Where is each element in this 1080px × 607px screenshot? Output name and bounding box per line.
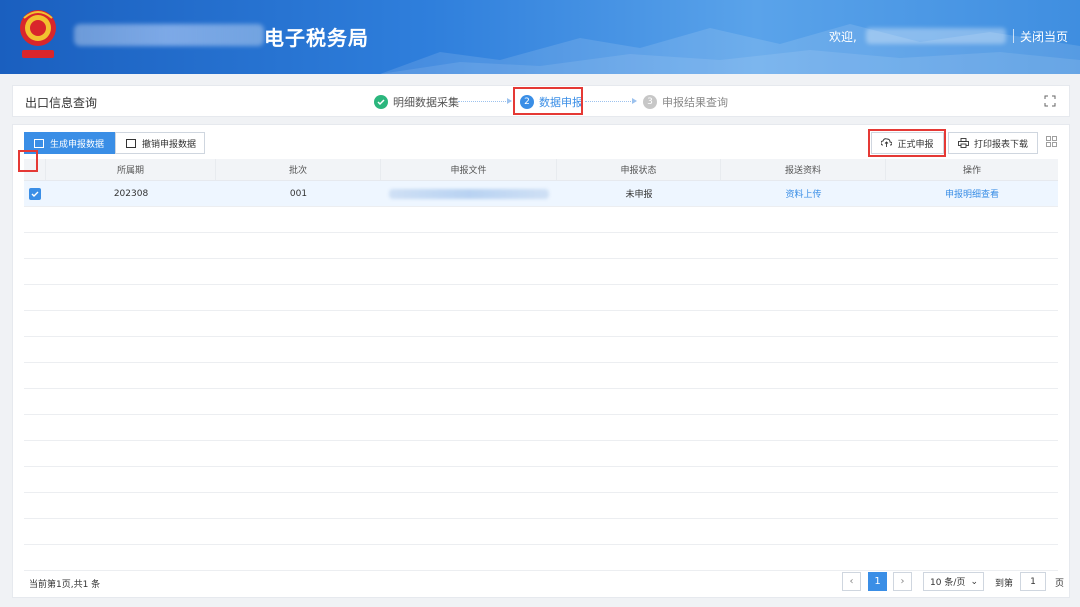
fullscreen-icon[interactable] xyxy=(1044,95,1056,107)
column-header: 操作 xyxy=(962,166,981,176)
column-header: 申报状态 xyxy=(557,159,721,180)
app-header: 电子税务局 欢迎, 关闭当页 xyxy=(0,0,1080,74)
welcome-text: 欢迎, xyxy=(829,30,857,44)
org-name-blurred xyxy=(74,24,264,46)
check-icon xyxy=(31,191,39,197)
print-download-button[interactable]: 打印报表下载 xyxy=(948,132,1038,154)
upload-material-link[interactable]: 资料上传 xyxy=(721,181,886,206)
empty-row xyxy=(24,207,1058,233)
undo-declaration-tab[interactable]: 撤销申报数据 xyxy=(115,132,205,154)
close-page-link[interactable]: 关闭当页 xyxy=(1020,28,1068,45)
empty-row xyxy=(24,233,1058,259)
next-page-button[interactable]: › xyxy=(893,572,912,591)
column-header: 申报文件 xyxy=(381,159,557,180)
chevron-right-icon: › xyxy=(900,576,905,587)
step-connector xyxy=(458,101,508,102)
site-title: 电子税务局 xyxy=(264,26,369,50)
arrow-right-icon xyxy=(507,98,512,104)
tab-label: 撤销申报数据 xyxy=(142,139,197,150)
printer-icon xyxy=(958,138,969,148)
row-select-cell xyxy=(24,181,46,206)
column-settings-icon[interactable] xyxy=(1046,136,1057,147)
file-name-blurred xyxy=(389,188,549,199)
page-unit-label: 页 xyxy=(1055,579,1065,589)
empty-row xyxy=(24,389,1058,415)
column-header: 批次 xyxy=(216,159,381,180)
empty-row xyxy=(24,545,1058,571)
step-bar: 出口信息查询 明细数据采集 2 数据申报 3 申报结果查询 xyxy=(12,85,1070,117)
empty-row xyxy=(24,415,1058,441)
prev-page-button[interactable]: ‹ xyxy=(842,572,861,591)
declaration-table: 所属期 批次 申报文件 申报状态 报送资料 操作 202308 001 未申报 … xyxy=(24,159,1058,571)
view-detail-link[interactable]: 申报明细查看 xyxy=(886,181,1058,206)
step-detail-collection[interactable]: 明细数据采集 xyxy=(374,94,459,110)
empty-row xyxy=(24,467,1058,493)
goto-page-input[interactable] xyxy=(1020,572,1046,591)
empty-row xyxy=(24,519,1058,545)
step-number: 3 xyxy=(643,95,657,109)
highlight-box xyxy=(18,150,38,172)
page-size-value: 10 条/页 xyxy=(930,578,966,588)
highlight-box xyxy=(513,87,583,115)
arrow-right-icon xyxy=(632,98,637,104)
row-checkbox[interactable] xyxy=(29,187,41,200)
status-cell: 未申报 xyxy=(625,190,653,200)
goto-label: 到第 xyxy=(995,579,1014,589)
main-panel: 生成申报数据 撤销申报数据 正式申报 打印报表下载 所属期 批次 申报文件 申报… xyxy=(12,124,1070,598)
column-header: 所属期 xyxy=(46,159,216,180)
empty-row xyxy=(24,311,1058,337)
empty-row xyxy=(24,363,1058,389)
empty-row xyxy=(24,285,1058,311)
check-icon xyxy=(374,95,388,109)
step-label: 申报结果查询 xyxy=(662,96,728,109)
page-number-button[interactable]: 1 xyxy=(868,572,887,591)
undo-icon xyxy=(126,138,136,148)
period-cell: 202308 xyxy=(113,188,149,199)
table-header: 所属期 批次 申报文件 申报状态 报送资料 操作 xyxy=(24,159,1058,181)
empty-row xyxy=(24,441,1058,467)
batch-cell: 001 xyxy=(289,188,308,199)
page-info: 当前第1页,共1 条 xyxy=(29,580,101,590)
column-header: 报送资料 xyxy=(721,159,886,180)
header-divider xyxy=(1013,29,1014,43)
step-label: 明细数据采集 xyxy=(393,96,459,109)
tab-label: 生成申报数据 xyxy=(50,139,105,150)
tax-emblem-icon xyxy=(20,10,56,58)
step-connector xyxy=(585,101,633,102)
empty-row xyxy=(24,337,1058,363)
image-icon xyxy=(34,138,44,148)
empty-row xyxy=(24,259,1058,285)
chevron-left-icon: ‹ xyxy=(849,576,854,587)
username-blurred xyxy=(866,28,1006,44)
mountain-background xyxy=(380,24,1080,74)
page-title: 出口信息查询 xyxy=(25,96,98,110)
button-label: 打印报表下载 xyxy=(973,139,1028,150)
empty-row xyxy=(24,493,1058,519)
file-cell xyxy=(381,181,557,206)
table-row[interactable]: 202308 001 未申报 资料上传 申报明细查看 xyxy=(24,181,1058,207)
page-size-select[interactable]: 10 条/页 ⌄ xyxy=(923,572,984,591)
chevron-down-icon: ⌄ xyxy=(970,577,978,587)
highlight-box xyxy=(868,129,946,157)
step-result-query[interactable]: 3 申报结果查询 xyxy=(643,94,728,110)
